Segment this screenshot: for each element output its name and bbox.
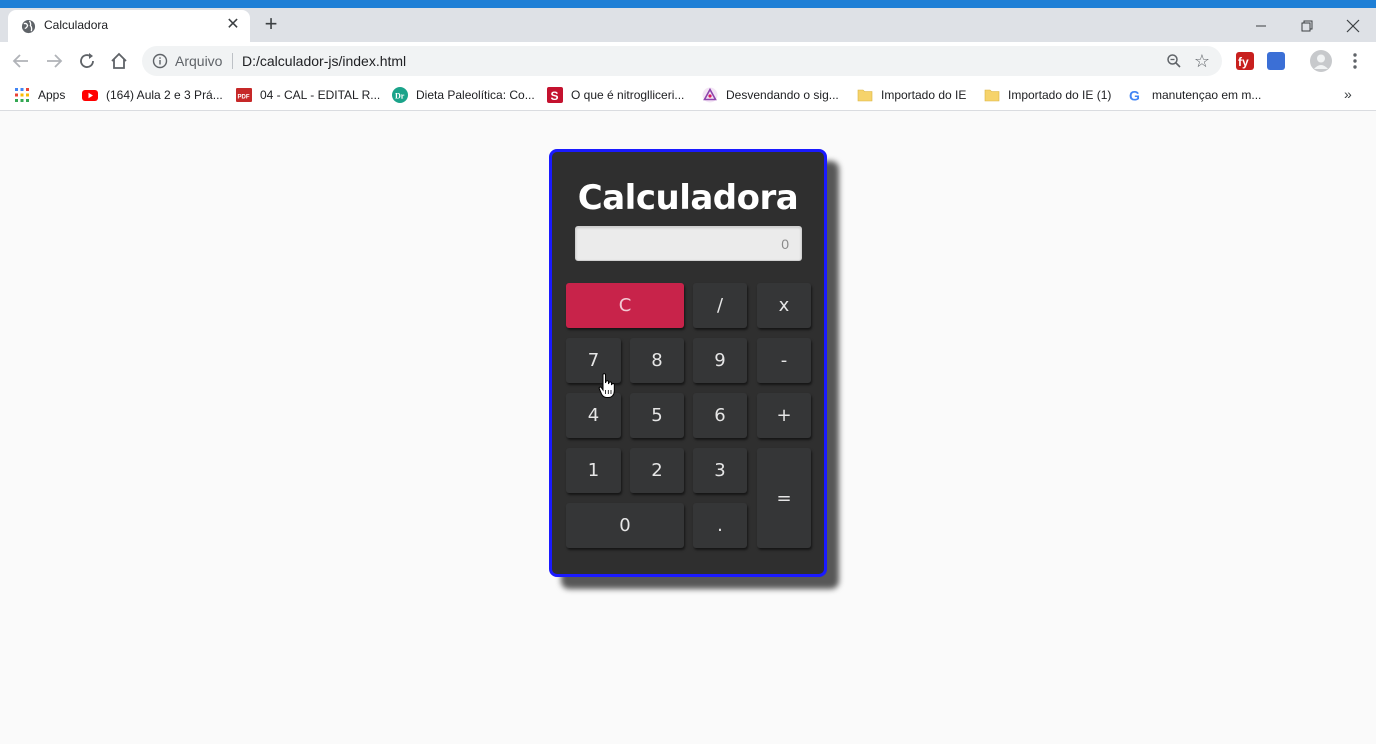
minus-button[interactable]: - — [757, 338, 811, 383]
two-button[interactable]: 2 — [630, 448, 684, 493]
extension-blue-icon[interactable] — [1267, 52, 1285, 70]
bookmark-label: manutençao em m... — [1152, 88, 1262, 102]
multiply-button[interactable]: x — [757, 283, 811, 328]
address-separator — [232, 53, 233, 69]
tab-close-icon[interactable]: ✕ — [224, 16, 242, 34]
bookmark-label: Apps — [38, 88, 66, 102]
page-content: Calculadora C / x 7 8 9 - 4 5 6 + 1 2 3 … — [0, 112, 1376, 744]
google-icon: G — [1129, 88, 1140, 104]
bookmark-folder-ie[interactable]: Importado do IE — [857, 86, 966, 104]
s-icon: S — [547, 87, 563, 103]
bookmarks-overflow-icon[interactable]: » — [1344, 86, 1352, 102]
calculator: Calculadora C / x 7 8 9 - 4 5 6 + 1 2 3 … — [549, 149, 827, 577]
bookmark-label: Importado do IE (1) — [1008, 88, 1112, 102]
restore-button[interactable] — [1284, 14, 1330, 38]
three-button[interactable]: 3 — [693, 448, 747, 493]
pdf-icon: PDF — [236, 88, 252, 102]
restore-icon — [1301, 20, 1313, 32]
equals-button[interactable]: = — [757, 448, 811, 548]
svg-text:fy: fy — [1238, 55, 1249, 69]
minimize-icon — [1256, 25, 1266, 27]
bookmarks-bar: Apps (164) Aula 2 e 3 Prá... PDF 04 - CA… — [0, 80, 1376, 111]
folder-icon — [984, 89, 1000, 102]
bookmark-label: 04 - CAL - EDITAL R... — [260, 88, 381, 102]
bookmark-youtube[interactable]: (164) Aula 2 e 3 Prá... — [82, 86, 223, 104]
one-button[interactable]: 1 — [566, 448, 621, 493]
five-button[interactable]: 5 — [630, 393, 684, 438]
bookmark-label: Dieta Paleolítica: Co... — [416, 88, 535, 102]
zero-button[interactable]: 0 — [566, 503, 684, 548]
bookmark-manutencao[interactable]: G manutençao em m... — [1128, 86, 1261, 104]
clear-button[interactable]: C — [566, 283, 684, 328]
apps-grid-icon — [15, 88, 29, 102]
display-input[interactable] — [576, 227, 801, 260]
globe-icon — [21, 19, 36, 34]
folder-icon — [857, 89, 873, 102]
new-tab-button[interactable]: + — [260, 13, 282, 36]
zoom-icon[interactable] — [1166, 53, 1182, 69]
tab-calculadora[interactable]: Calculadora ✕ — [8, 10, 250, 42]
youtube-icon — [82, 90, 98, 101]
svg-text:PDF: PDF — [238, 95, 250, 101]
four-button[interactable]: 4 — [566, 393, 621, 438]
bookmark-star-icon[interactable]: ☆ — [1192, 51, 1212, 71]
profile-avatar-icon[interactable] — [1310, 50, 1332, 72]
back-icon[interactable] — [10, 50, 32, 72]
window-accent-strip — [0, 0, 1376, 8]
tab-strip: Calculadora ✕ + — [0, 8, 1376, 42]
info-icon[interactable] — [152, 53, 168, 69]
minimize-button[interactable] — [1238, 14, 1284, 38]
close-window-icon — [1346, 19, 1360, 33]
divide-button[interactable]: / — [693, 283, 747, 328]
svg-text:G: G — [1129, 88, 1140, 104]
decimal-button[interactable]: . — [693, 503, 747, 548]
browser-toolbar: Arquivo D:/calculador-js/index.html ☆ fy — [0, 42, 1376, 80]
hand-cursor-icon — [598, 373, 615, 398]
calculator-display[interactable] — [575, 226, 802, 261]
svg-text:Dr: Dr — [395, 92, 405, 101]
bookmark-label: (164) Aula 2 e 3 Prá... — [106, 88, 223, 102]
forward-icon[interactable] — [43, 50, 65, 72]
bookmark-apps[interactable]: Apps — [14, 86, 65, 104]
bookmark-label: Desvendando o sig... — [726, 88, 839, 102]
close-window-button[interactable] — [1330, 14, 1376, 38]
home-icon[interactable] — [108, 50, 130, 72]
reload-icon[interactable] — [76, 50, 98, 72]
svg-text:S: S — [551, 89, 559, 103]
triangle-icon — [702, 87, 718, 103]
nine-button[interactable]: 9 — [693, 338, 747, 383]
bookmark-label: O que é nitroglliceri... — [571, 88, 685, 102]
six-button[interactable]: 6 — [693, 393, 747, 438]
eight-button[interactable]: 8 — [630, 338, 684, 383]
plus-button[interactable]: + — [757, 393, 811, 438]
bookmark-dieta[interactable]: Dr Dieta Paleolítica: Co... — [392, 86, 535, 104]
tab-title: Calculadora — [44, 18, 109, 32]
bookmark-nitroglicerina[interactable]: S O que é nitroglliceri... — [547, 86, 684, 104]
bookmark-folder-ie-1[interactable]: Importado do IE (1) — [984, 86, 1111, 104]
address-bar[interactable]: Arquivo D:/calculador-js/index.html ☆ — [142, 46, 1222, 76]
extension-fy-icon[interactable]: fy — [1236, 52, 1254, 70]
address-scheme: Arquivo — [175, 53, 223, 69]
menu-kebab-icon[interactable] — [1346, 50, 1364, 72]
bookmark-pdf[interactable]: PDF 04 - CAL - EDITAL R... — [236, 86, 380, 104]
bookmark-label: Importado do IE — [881, 88, 967, 102]
dr-icon: Dr — [392, 87, 408, 103]
calculator-title: Calculadora — [577, 178, 799, 218]
address-url[interactable]: D:/calculador-js/index.html — [242, 53, 406, 69]
bookmark-desvendando[interactable]: Desvendando o sig... — [702, 86, 839, 104]
